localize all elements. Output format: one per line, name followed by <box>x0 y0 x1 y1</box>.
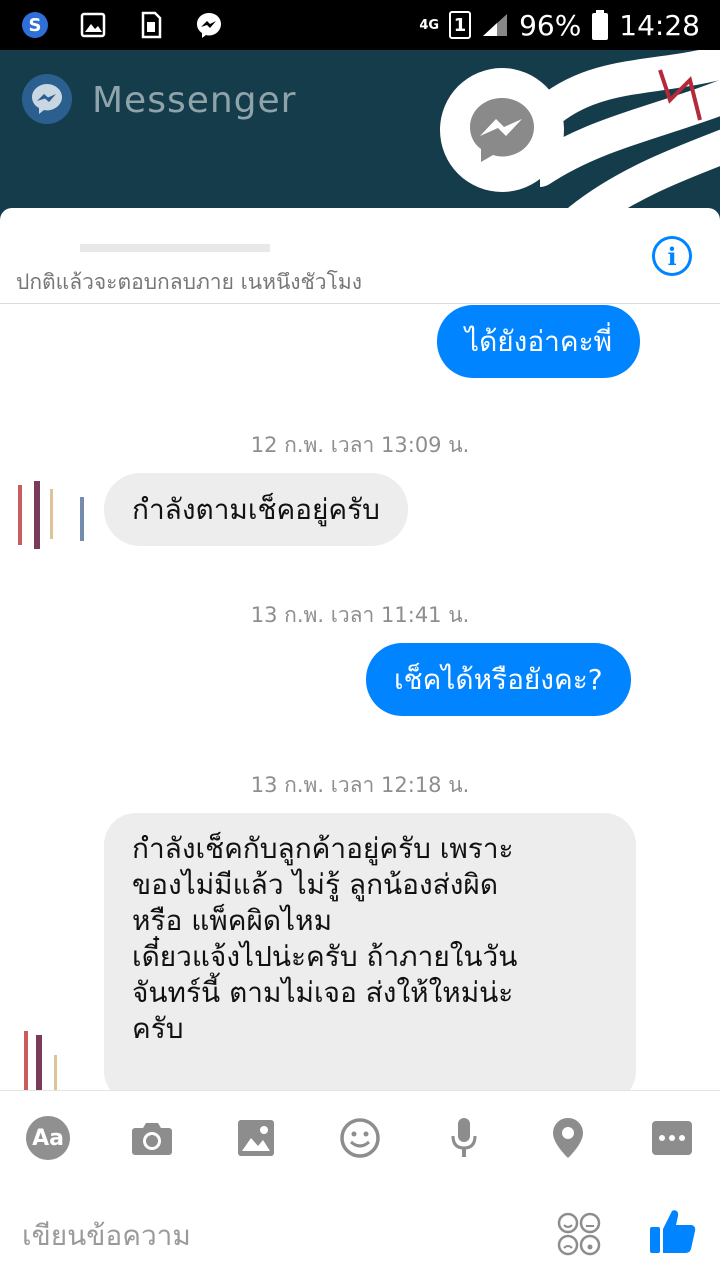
message-input[interactable] <box>22 1213 522 1257</box>
image-icon <box>238 1120 274 1156</box>
status-bar: S 4G 1 96% 14:28 <box>0 0 720 50</box>
message-line: เดี๋ยวแจ้งไปน่ะครับ ถ้าภายในวัน <box>132 940 518 973</box>
message-line: ครับ <box>132 1012 184 1045</box>
composer <box>0 1185 720 1280</box>
timestamp: 12 ก.พ. เวลา 13:09 น. <box>250 433 470 457</box>
incoming-message-long[interactable]: กำลังเช็คกับลูกค้าอยู่ครับ เพราะ ของไม่ม… <box>104 813 636 1090</box>
like-button[interactable] <box>648 1207 698 1257</box>
redacted-contact-name <box>80 244 270 252</box>
voice-button[interactable] <box>438 1112 490 1164</box>
message-line: ของไม่มีแล้ว ไม่รู้ ลูกน้องส่งผิด <box>132 868 499 901</box>
camera-icon <box>132 1123 172 1155</box>
emoji-icon <box>340 1118 380 1158</box>
background-app-title: Messenger <box>92 80 297 121</box>
gallery-button[interactable] <box>230 1112 282 1164</box>
battery-percent: 96% <box>519 8 582 42</box>
outgoing-message[interactable]: ได้ยังอ่าคะพี่ <box>437 305 641 378</box>
composer-toolbar: Aa <box>0 1090 720 1185</box>
gallery-notification-icon <box>78 10 108 40</box>
incoming-message[interactable]: กำลังตามเช็คอยู่ครับ <box>104 473 408 546</box>
chat-header: ปกติแล้วจะตอบกลบภาย เนหนึงชัวโมง i <box>0 208 720 304</box>
camera-button[interactable] <box>126 1112 178 1164</box>
sim-card-icon <box>136 10 166 40</box>
sticker-button[interactable] <box>556 1211 602 1257</box>
skype-icon: S <box>20 10 50 40</box>
response-time-subtitle: ปกติแล้วจะตอบกลบภาย เนหนึงชัวโมง <box>16 270 362 294</box>
sim-slot: 1 <box>449 11 472 39</box>
svg-text:S: S <box>29 15 42 36</box>
messenger-notification-icon <box>194 10 224 40</box>
more-icon <box>652 1121 692 1155</box>
location-button[interactable] <box>542 1112 594 1164</box>
message-line: กำลังเช็คกับลูกค้าอยู่ครับ เพราะ <box>132 832 514 865</box>
timestamp: 13 ก.พ. เวลา 11:41 น. <box>250 603 470 627</box>
battery-icon <box>592 10 609 40</box>
message-line: หรือ แพ็คผิดไหม <box>132 904 333 937</box>
redaction-scribble <box>540 50 720 220</box>
contact-avatar[interactable] <box>14 477 90 553</box>
network-type: 4G <box>419 17 440 33</box>
microphone-icon <box>451 1118 477 1157</box>
message-line: จันทร์นี้ ตามไม่เจอ ส่งให้ใหม่น่ะ <box>132 976 514 1009</box>
signal-icon <box>483 14 508 36</box>
more-button[interactable] <box>646 1112 698 1164</box>
contact-avatar[interactable] <box>14 1025 90 1090</box>
outgoing-message[interactable]: เช็คได้หรือยังคะ? <box>366 643 631 716</box>
background-app-header: Messenger <box>0 50 720 220</box>
messenger-chathead-icon <box>470 98 534 162</box>
timestamp: 13 ก.พ. เวลา 12:18 น. <box>250 773 470 797</box>
messenger-logo-icon <box>22 74 72 124</box>
text-style-button[interactable]: Aa <box>22 1112 74 1164</box>
thumbs-up-icon <box>650 1210 696 1253</box>
clock: 14:28 <box>619 8 700 42</box>
message-list: ได้ยังอ่าคะพี่ 12 ก.พ. เวลา 13:09 น. กำล… <box>0 305 720 1090</box>
info-icon[interactable]: i <box>652 236 692 276</box>
sticker-faces-icon <box>557 1212 601 1256</box>
emoji-button[interactable] <box>334 1112 386 1164</box>
location-icon <box>553 1118 583 1158</box>
text-style-icon: Aa <box>26 1116 70 1160</box>
